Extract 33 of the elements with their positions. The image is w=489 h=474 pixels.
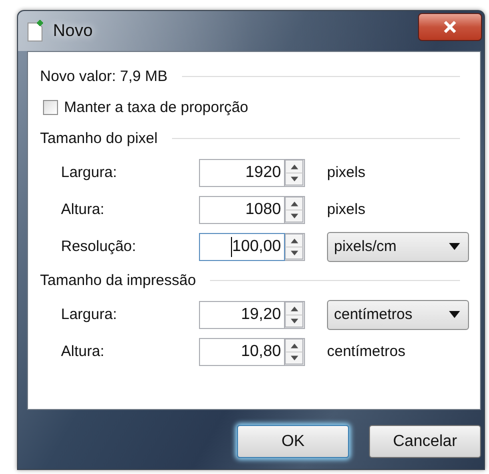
number-field[interactable]: 1920 [199,158,285,186]
spinner-icon[interactable] [285,232,305,260]
unit-dropdown[interactable]: pixels/cm [327,232,469,262]
field-label: Altura: [61,201,106,218]
dialog-button[interactable]: OK [237,425,349,458]
number-field[interactable]: 100,00 [199,232,285,260]
window-title: Novo [53,21,93,41]
unit-label: centímetros [327,343,406,360]
spinner-icon[interactable] [285,300,305,328]
group-title: Novo valor: 7,9 MB [40,68,168,85]
number-field[interactable]: 1080 [199,196,285,224]
field-label: Largura: [61,306,118,323]
spinner-icon[interactable] [285,158,305,186]
new-document-icon [27,20,45,42]
unit-label: pixels [327,164,366,181]
dropdown-arrow-icon [449,311,460,318]
group-title: Tamanho do pixel [40,130,158,147]
number-field[interactable]: 10,80 [199,338,285,366]
close-icon [443,21,457,33]
group-title: Tamanho da impressão [40,272,196,289]
number-field[interactable]: 19,20 [199,300,285,328]
field-label: Resolução: [61,238,138,255]
field-label: Largura: [61,164,118,181]
unit-label: pixels [327,201,366,218]
dropdown-arrow-icon [449,243,460,250]
spinner-icon[interactable] [285,196,305,224]
close-button[interactable] [418,13,482,41]
checkbox[interactable] [43,100,58,115]
checkbox-label[interactable]: Manter a taxa de proporção [64,99,248,116]
spinner-icon[interactable] [285,338,305,366]
field-label: Altura: [61,343,106,360]
dialog-button[interactable]: Cancelar [369,425,481,458]
unit-dropdown[interactable]: centímetros [327,300,469,330]
